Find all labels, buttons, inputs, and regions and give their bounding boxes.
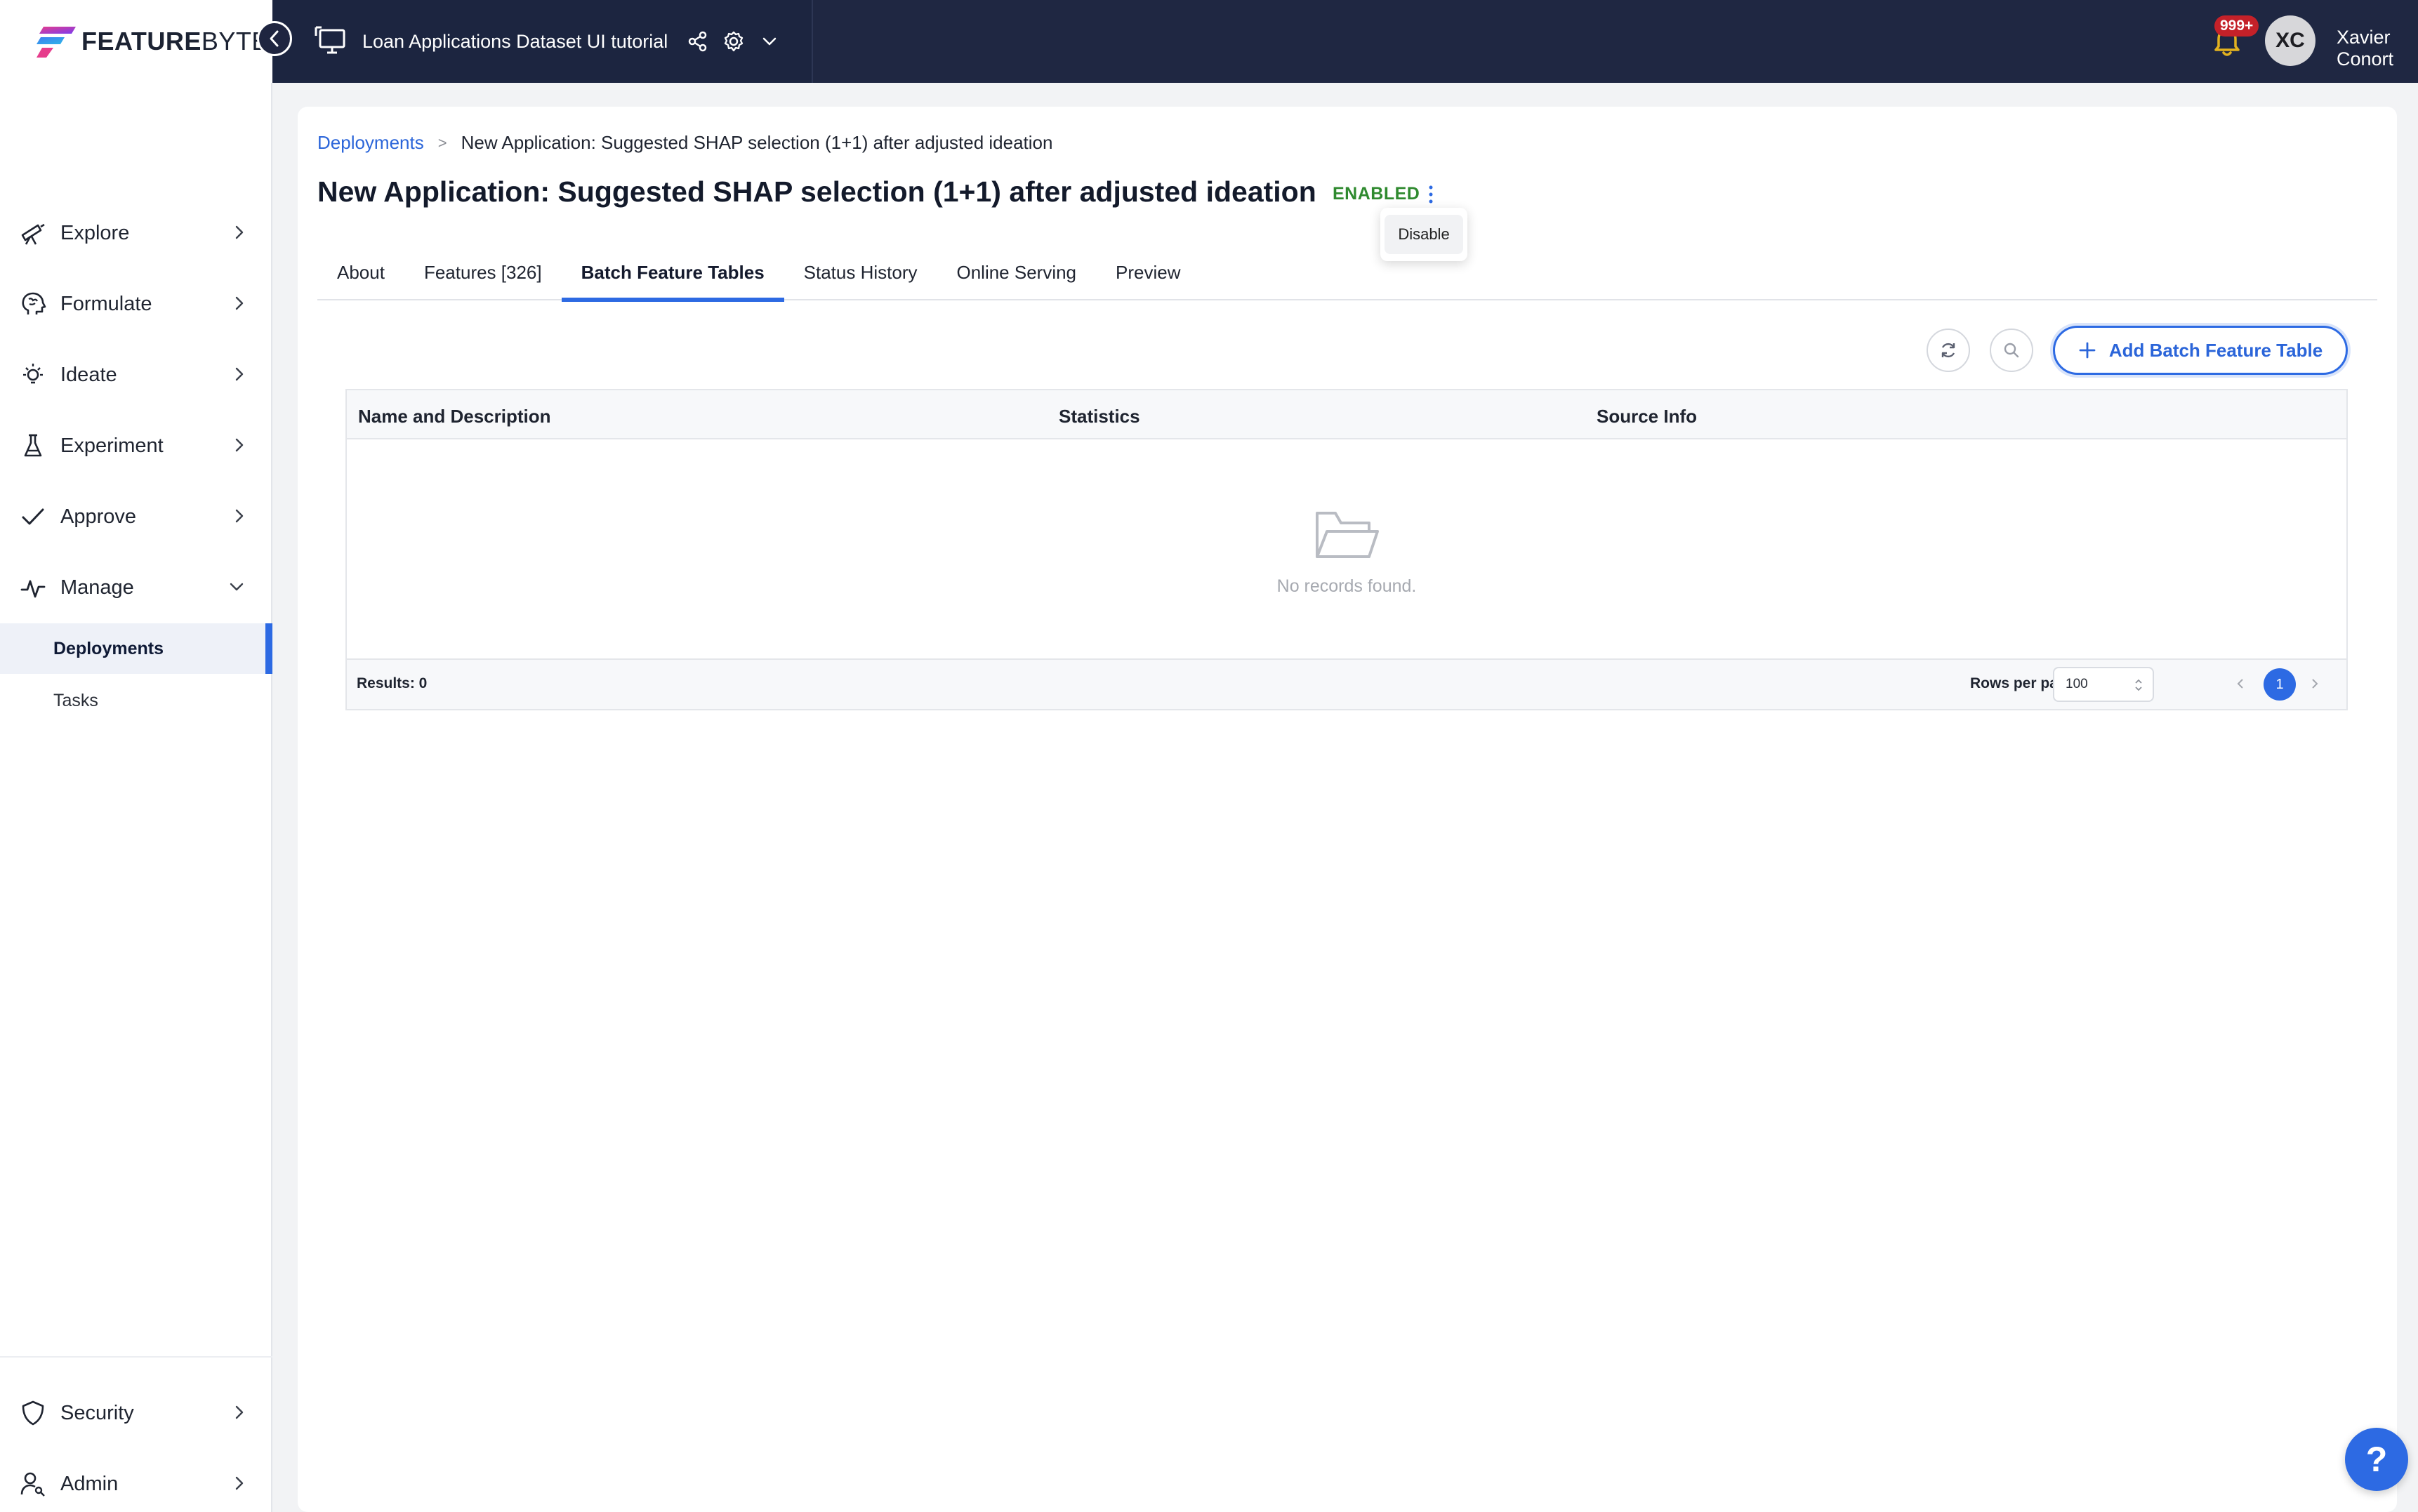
previous-page-icon[interactable] bbox=[2235, 677, 2245, 691]
brand-name: FEATUREBYTE bbox=[81, 27, 269, 55]
breadcrumb-current: New Application: Suggested SHAP selectio… bbox=[461, 132, 1053, 153]
tab-bar: About Features [326] Batch Feature Table… bbox=[317, 244, 2377, 302]
empty-state: No records found. bbox=[347, 441, 2346, 660]
tab-features[interactable]: Features [326] bbox=[404, 244, 562, 300]
project-selector[interactable]: Loan Applications Dataset UI tutorial bbox=[272, 0, 812, 83]
help-button[interactable]: ? bbox=[2345, 1428, 2408, 1491]
rows-per-page-value: 100 bbox=[2066, 677, 2088, 691]
gear-icon[interactable] bbox=[722, 30, 745, 53]
sidebar-item-label: Admin bbox=[60, 1472, 119, 1495]
tab-online-serving[interactable]: Online Serving bbox=[937, 244, 1096, 300]
add-button-label: Add Batch Feature Table bbox=[2108, 339, 2323, 361]
brain-icon bbox=[22, 292, 46, 314]
sidebar-item-label: Experiment bbox=[60, 434, 164, 457]
table-header: Name and Description Statistics Source I… bbox=[347, 390, 2346, 439]
refresh-button[interactable] bbox=[1927, 329, 1970, 372]
table-footer: Results: 0 Rows per page: 100 1 bbox=[347, 658, 2346, 709]
chevron-left-icon bbox=[270, 30, 279, 47]
empty-message: No records found. bbox=[1276, 576, 1417, 596]
monitor-icon bbox=[315, 26, 345, 54]
rows-per-page-select[interactable]: 100 bbox=[2053, 667, 2154, 702]
sidebar-item-tasks[interactable]: Tasks bbox=[0, 675, 272, 726]
chevron-right-icon bbox=[235, 296, 244, 310]
brand-logo[interactable]: FEATUREBYTE bbox=[0, 0, 272, 83]
chevron-right-icon bbox=[235, 509, 244, 523]
sidebar-collapse-button[interactable] bbox=[257, 21, 292, 56]
batch-feature-tables-table: Name and Description Statistics Source I… bbox=[345, 389, 2348, 710]
search-button[interactable] bbox=[1990, 329, 2033, 372]
sidebar-item-label: Security bbox=[60, 1401, 134, 1424]
breadcrumb: Deployments > New Application: Suggested… bbox=[317, 132, 1052, 154]
sidebar-item-formulate[interactable]: Formulate bbox=[0, 281, 272, 326]
main-content: Deployments > New Application: Suggested… bbox=[298, 107, 2397, 1512]
status-badge: ENABLED bbox=[1333, 184, 1420, 204]
sidebar-item-label: Manage bbox=[60, 576, 134, 599]
avatar[interactable]: XC bbox=[2265, 15, 2315, 66]
tab-preview[interactable]: Preview bbox=[1096, 244, 1200, 300]
page-number-button[interactable]: 1 bbox=[2264, 668, 2296, 701]
sidebar-divider bbox=[0, 1356, 272, 1358]
sidebar-item-label: Approve bbox=[60, 505, 137, 528]
app-root: FEATUREBYTE Loan Applications Dataset UI… bbox=[0, 0, 2418, 1512]
breadcrumb-deployments-link[interactable]: Deployments bbox=[317, 132, 424, 154]
search-icon bbox=[2004, 343, 2019, 358]
sidebar-item-label: Ideate bbox=[60, 363, 117, 386]
next-page-icon[interactable] bbox=[2310, 677, 2320, 691]
featurebyte-logo-icon bbox=[37, 27, 76, 58]
results-count: Results: 0 bbox=[357, 675, 428, 691]
check-icon bbox=[22, 508, 44, 525]
telescope-icon bbox=[21, 223, 45, 245]
user-bar: 999+ XC Xavier Conort bbox=[812, 0, 2418, 83]
kebab-menu-icon[interactable] bbox=[1424, 183, 1438, 206]
tab-status-history[interactable]: Status History bbox=[784, 244, 937, 300]
chevron-right-icon bbox=[235, 367, 244, 381]
top-bar: FEATUREBYTE Loan Applications Dataset UI… bbox=[0, 0, 2418, 83]
column-header-statistics[interactable]: Statistics bbox=[1059, 406, 1140, 427]
notification-badge: 999+ bbox=[2214, 15, 2259, 37]
user-key-icon bbox=[20, 1472, 45, 1497]
sidebar-item-ideate[interactable]: Ideate bbox=[0, 352, 272, 397]
lightbulb-icon bbox=[23, 364, 43, 384]
sidebar-item-label: Formulate bbox=[60, 292, 152, 315]
user-name[interactable]: Xavier Conort bbox=[2337, 27, 2418, 70]
sidebar-item-admin[interactable]: Admin bbox=[0, 1461, 272, 1506]
add-batch-feature-table-button[interactable]: Add Batch Feature Table bbox=[2053, 326, 2348, 375]
empty-folder-icon bbox=[1316, 511, 1379, 558]
chevron-right-icon bbox=[235, 1476, 244, 1490]
sidebar-item-explore[interactable]: Explore bbox=[0, 211, 272, 256]
sidebar-item-label: Explore bbox=[60, 221, 130, 244]
refresh-icon bbox=[1941, 343, 1955, 358]
tab-about[interactable]: About bbox=[317, 244, 404, 300]
chevron-right-icon bbox=[235, 1405, 244, 1419]
flask-icon bbox=[24, 434, 42, 457]
chevron-down-icon[interactable] bbox=[762, 37, 777, 46]
chevron-right-icon bbox=[235, 225, 244, 239]
chevron-down-icon bbox=[230, 583, 244, 591]
select-arrows-icon bbox=[2135, 679, 2142, 691]
breadcrumb-separator: > bbox=[437, 133, 447, 152]
page-title: New Application: Suggested SHAP selectio… bbox=[317, 175, 1316, 208]
column-header-source-info[interactable]: Source Info bbox=[1597, 406, 1697, 427]
activity-icon bbox=[20, 580, 46, 598]
project-name: Loan Applications Dataset UI tutorial bbox=[362, 30, 668, 52]
shield-icon bbox=[22, 1400, 44, 1426]
chevron-right-icon bbox=[235, 438, 244, 452]
sidebar-item-experiment[interactable]: Experiment bbox=[0, 423, 272, 468]
sidebar-item-manage[interactable]: Manage bbox=[0, 565, 272, 610]
sidebar: Explore Formulate Ideate Experiment Appr… bbox=[0, 83, 272, 1512]
sidebar-item-security[interactable]: Security bbox=[0, 1391, 272, 1435]
sidebar-item-approve[interactable]: Approve bbox=[0, 494, 272, 539]
sidebar-item-deployments[interactable]: Deployments bbox=[0, 623, 272, 674]
tab-batch-feature-tables[interactable]: Batch Feature Tables bbox=[561, 244, 784, 302]
plus-icon bbox=[2079, 342, 2096, 359]
share-icon[interactable] bbox=[687, 31, 708, 52]
column-header-name[interactable]: Name and Description bbox=[358, 406, 551, 427]
